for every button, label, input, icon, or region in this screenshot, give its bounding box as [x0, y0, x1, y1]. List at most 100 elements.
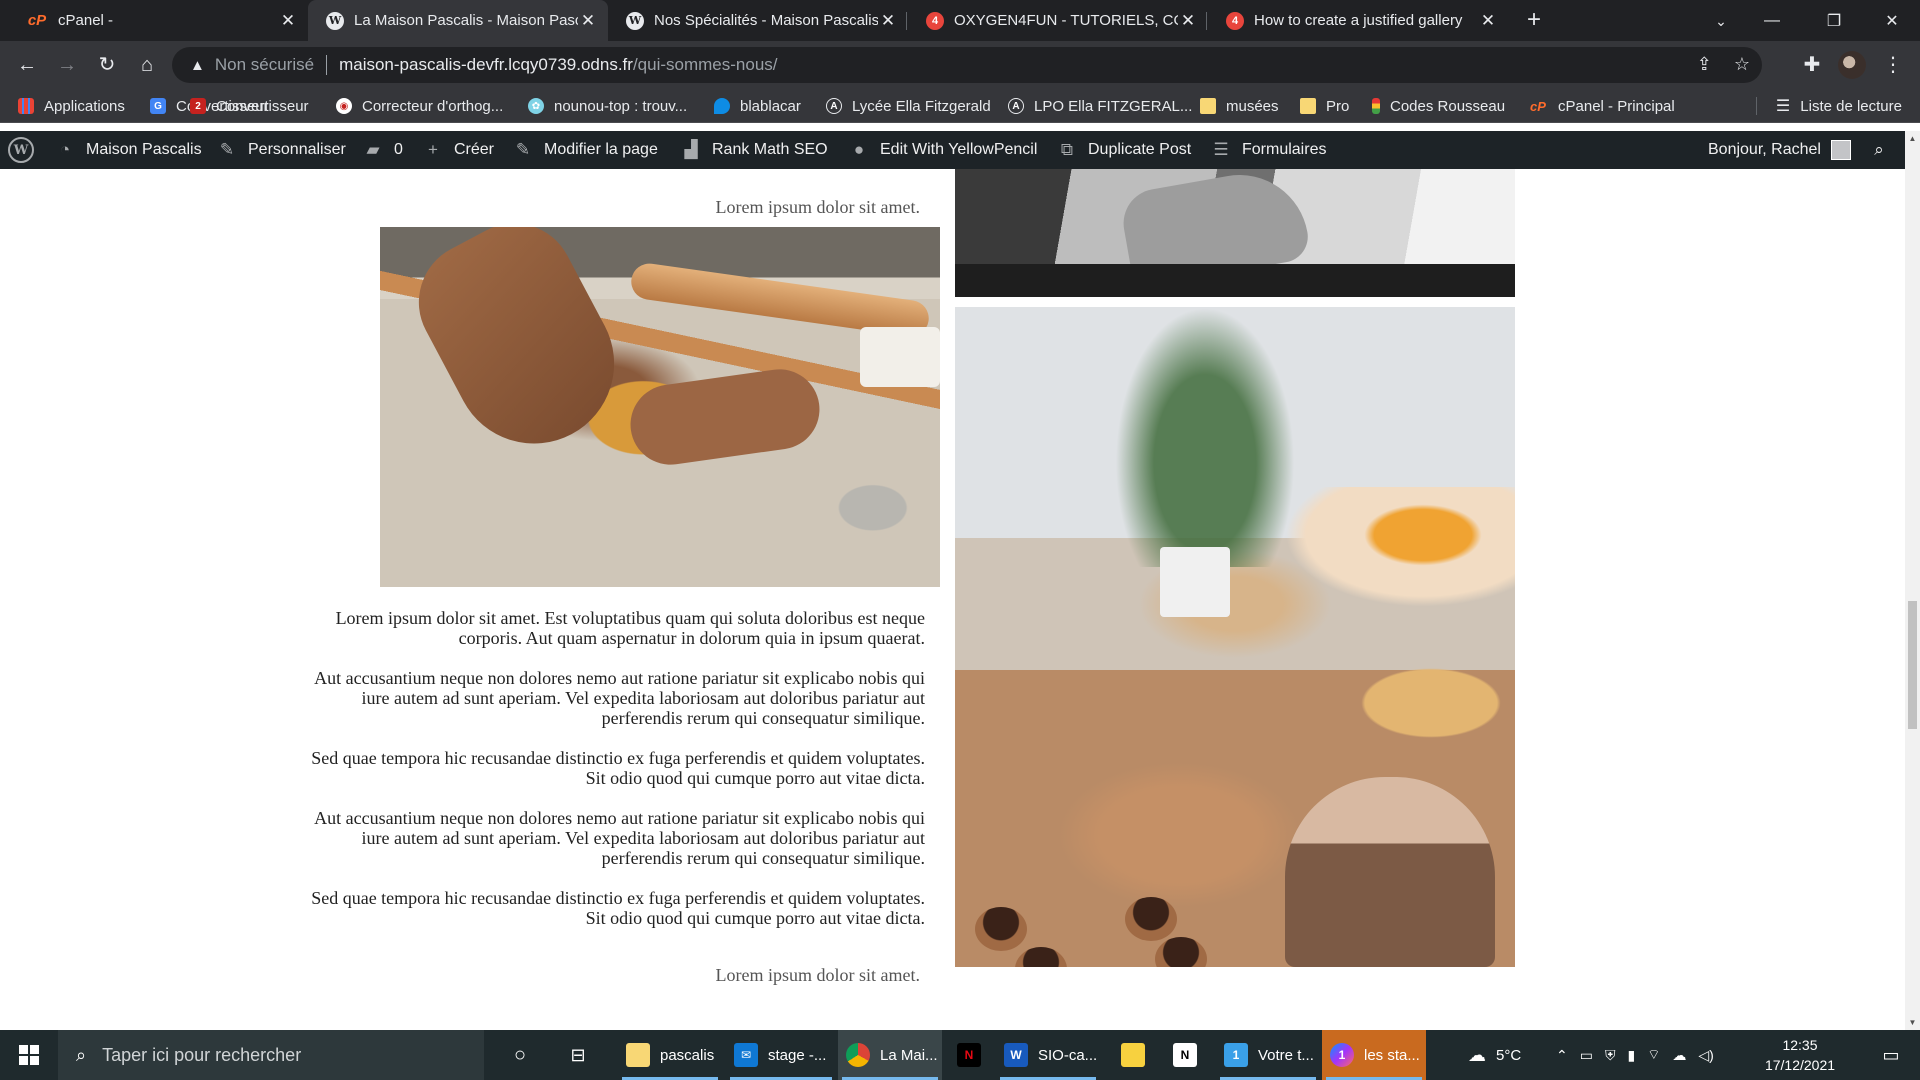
taskbar-app-notepad[interactable]: 1 Votre t... [1216, 1030, 1320, 1080]
taskbar-search[interactable]: ⌕ Taper ici pour rechercher [58, 1030, 484, 1080]
wp-edit-page[interactable]: ✎ Modifier la page [512, 131, 658, 169]
onedrive-cloud-icon[interactable]: ☁ [1672, 1047, 1686, 1064]
bookmark-nounou-top[interactable]: ✿ nounou-top : trouv... [528, 89, 687, 123]
page-scrollbar[interactable]: ▲ ▼ [1905, 131, 1920, 1030]
wp-comments[interactable]: ▰ 0 [362, 131, 403, 169]
bookmark-lycee[interactable]: A Lycée Ella Fitzgerald [826, 89, 991, 123]
security-label[interactable]: Non sécurisé [215, 55, 314, 75]
bookmark-label: Applications [44, 97, 125, 115]
chevron-up-icon[interactable]: ⌃ [1556, 1047, 1568, 1064]
system-tray-icons: ⌃ ▭ ⛨ ▮ ⌔ ☁ ◁) [1556, 1030, 1714, 1080]
close-icon[interactable]: ✕ [878, 11, 898, 31]
wp-rank-math[interactable]: ▟ Rank Math SEO [680, 131, 827, 169]
forward-arrow-icon[interactable]: → [50, 48, 84, 82]
tab-la-maison-pascalis[interactable]: W La Maison Pascalis - Maison Pascalis ✕ [308, 0, 608, 41]
bookmark-lpo[interactable]: A LPO Ella FITZGERAL... [1008, 89, 1192, 123]
meet-now-icon[interactable]: ▭ [1580, 1047, 1593, 1064]
tab-justified-gallery[interactable]: 4 How to create a justified gallery ✕ [1208, 0, 1508, 41]
task-view-button[interactable]: ⊟ [556, 1030, 600, 1080]
wp-new-content[interactable]: + Créer [422, 131, 494, 169]
cpanel-icon: cP [27, 12, 47, 29]
taskbar-app-sticky-notes[interactable] [1108, 1030, 1158, 1080]
address-separator [326, 55, 328, 75]
wp-duplicate-post[interactable]: ⧉ Duplicate Post [1056, 131, 1191, 169]
bookmark-cpanel-principal[interactable]: cP cPanel - Principal [1528, 89, 1675, 123]
messenger-icon: 1 [1330, 1043, 1354, 1067]
wp-yellowpencil[interactable]: ● Edit With YellowPencil [848, 131, 1038, 169]
share-icon[interactable]: ⇪ [1697, 54, 1712, 75]
blablacar-icon [714, 98, 730, 114]
volume-icon[interactable]: ◁) [1698, 1047, 1713, 1064]
tab-search-icon[interactable]: ⌄ [1706, 6, 1736, 36]
weather-widget[interactable]: ☁ 5°C [1468, 1030, 1521, 1080]
wp-search[interactable]: ⌕ [1868, 131, 1900, 169]
close-window-button[interactable]: ✕ [1864, 0, 1920, 41]
wp-customize[interactable]: ✎ Personnaliser [216, 131, 346, 169]
taskbar-app-chrome[interactable]: La Mai... [838, 1030, 942, 1080]
close-icon[interactable]: ✕ [278, 11, 298, 31]
tab-oxygen4fun[interactable]: 4 OXYGEN4FUN - TUTORIELS, CONSEILS ✕ [908, 0, 1208, 41]
wp-my-account[interactable]: Bonjour, Rachel [1708, 131, 1851, 169]
close-icon[interactable]: ✕ [1478, 11, 1498, 31]
weather-temperature: 5°C [1496, 1046, 1522, 1064]
tab-nos-specialites[interactable]: W Nos Spécialités - Maison Pascalis ✕ [608, 0, 908, 41]
url-path[interactable]: /qui-sommes-nous/ [633, 55, 778, 75]
photo-dish-shape [860, 327, 940, 387]
customize-label: Personnaliser [248, 141, 346, 158]
address-bar[interactable]: ▲ Non sécurisé maison-pascalis-devfr.lcq… [172, 47, 1762, 83]
bookmark-star-icon[interactable]: ☆ [1734, 54, 1750, 75]
wp-logo-menu[interactable]: W [8, 131, 34, 169]
close-icon[interactable]: ✕ [1178, 11, 1198, 31]
bookmark-blablacar[interactable]: blablacar [714, 89, 801, 123]
scrollbar-thumb[interactable] [1908, 601, 1917, 729]
new-tab-button[interactable]: + [1519, 6, 1549, 36]
wp-site-name[interactable]: ◔ Maison Pascalis [54, 131, 202, 169]
kebab-menu-icon[interactable]: ⋮ [1876, 48, 1910, 82]
taskbar-app-messenger[interactable]: 1 les sta... [1322, 1030, 1426, 1080]
restore-button[interactable]: ❐ [1806, 0, 1862, 41]
taskbar-app-notion[interactable]: N [1160, 1030, 1210, 1080]
bookmark-correcteur[interactable]: ◉ Correcteur d'orthog... [336, 89, 503, 123]
warning-icon[interactable]: ▲ [190, 57, 205, 74]
photo-cake-shape [1285, 777, 1495, 967]
paragraph-2: Aut accusantium neque non dolores nemo a… [314, 668, 925, 728]
comment-bubble-icon: ▰ [366, 140, 380, 159]
reload-icon[interactable]: ↻ [90, 48, 124, 82]
file-explorer-icon [626, 1043, 650, 1067]
scroll-up-arrow-icon[interactable]: ▲ [1905, 131, 1920, 146]
taskbar-app-mail[interactable]: ✉ stage -... [726, 1030, 836, 1080]
apps-grid-icon [18, 98, 34, 114]
wp-forms[interactable]: ☰ Formulaires [1210, 131, 1326, 169]
tab-strip: cP cPanel - ✕ W La Maison Pascalis - Mai… [0, 0, 1920, 41]
profile-avatar[interactable] [1838, 51, 1866, 79]
comments-count: 0 [394, 141, 403, 158]
taskbar-app-word[interactable]: W SIO-ca... [996, 1030, 1100, 1080]
security-center-icon[interactable]: ⛨ [1605, 1047, 1616, 1064]
battery-icon[interactable]: ▮ [1627, 1047, 1635, 1064]
cortana-button[interactable]: ○ [498, 1030, 542, 1080]
back-arrow-icon[interactable]: ← [10, 48, 44, 82]
minimize-button[interactable]: — [1744, 0, 1800, 41]
sticky-notes-icon [1121, 1043, 1145, 1067]
tab-cpanel[interactable]: cP cPanel - ✕ [8, 0, 308, 41]
oxygen4fun-icon: 4 [1226, 11, 1244, 30]
bookmark-applications[interactable]: Applications [18, 89, 125, 123]
notification-center-button[interactable]: ▭ [1862, 1030, 1920, 1080]
start-button[interactable] [0, 1030, 58, 1080]
clock-date: 17/12/2021 [1764, 1057, 1836, 1073]
bookmark-convertisseur-label[interactable]: 2 Convertisseur [190, 89, 309, 123]
wifi-icon[interactable]: ⌔ [1647, 1046, 1660, 1064]
bookmark-pro[interactable]: Pro [1300, 89, 1349, 123]
url-host[interactable]: maison-pascalis-devfr.lcqy0739.odns.fr [339, 55, 633, 75]
close-icon[interactable]: ✕ [578, 11, 598, 31]
reading-list-button[interactable]: ☰ Liste de lecture [1776, 89, 1902, 123]
clock[interactable]: 12:35 17/12/2021 [1755, 1035, 1845, 1075]
bookmark-musees[interactable]: musées [1200, 89, 1279, 123]
notepad-icon: 1 [1224, 1043, 1248, 1067]
extensions-puzzle-icon[interactable]: ✚ [1795, 48, 1829, 82]
bookmark-codes-rousseau[interactable]: Codes Rousseau [1372, 89, 1505, 123]
scroll-down-arrow-icon[interactable]: ▼ [1905, 1015, 1920, 1030]
taskbar-app-explorer[interactable]: pascalis [618, 1030, 722, 1080]
taskbar-app-netflix[interactable]: N [944, 1030, 994, 1080]
home-icon[interactable]: ⌂ [130, 48, 164, 82]
